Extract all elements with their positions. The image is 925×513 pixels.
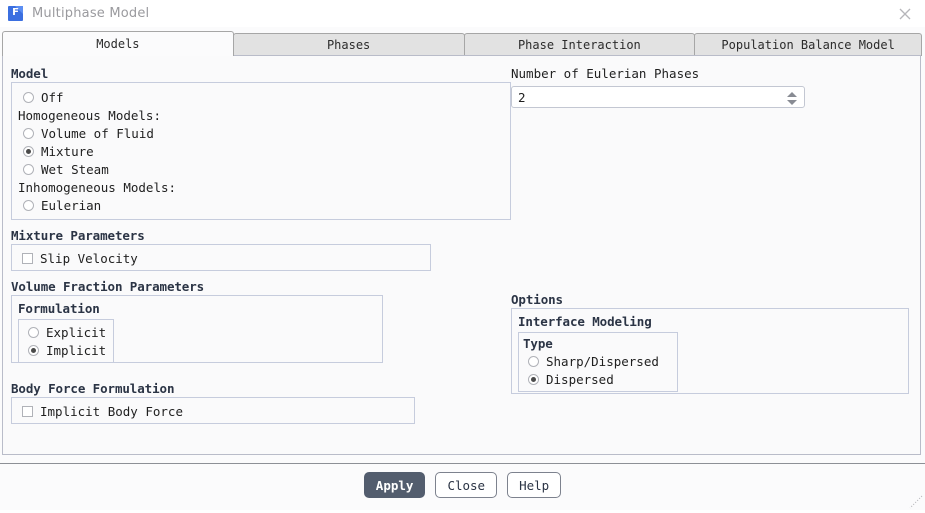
radio-dispersed[interactable] [528,374,539,385]
model-group: Model Off Homogeneous Models: Volume of … [11,66,511,220]
close-icon[interactable] [893,2,917,26]
label-slip-velocity: Slip Velocity [40,251,138,266]
radio-off[interactable] [23,92,34,103]
inhomogeneous-models-header: Inhomogeneous Models: [18,180,177,195]
options-title: Options [511,292,563,307]
formulation-box: Explicit Implicit [18,319,114,363]
left-column: Model Off Homogeneous Models: Volume of … [11,66,511,426]
tab-phase-interaction[interactable]: Phase Interaction [463,33,696,56]
body-force-formulation-group: Body Force Formulation Implicit Body For… [11,381,511,424]
label-mixture: Mixture [41,144,94,159]
label-wet-steam: Wet Steam [41,162,109,177]
checkbox-row-implicit-body-force[interactable]: Implicit Body Force [18,403,408,420]
radio-row-volume-of-fluid[interactable]: Volume of Fluid [18,125,504,142]
body-force-formulation-title: Body Force Formulation [11,381,175,396]
checkbox-row-slip-velocity[interactable]: Slip Velocity [18,250,424,267]
fluent-f-icon: F [8,6,23,21]
radio-eulerian[interactable] [23,200,34,211]
radio-row-sharp-dispersed[interactable]: Sharp/Dispersed [523,353,673,370]
label-implicit: Implicit [46,343,107,358]
radio-row-explicit[interactable]: Explicit [23,324,109,341]
radio-row-wet-steam[interactable]: Wet Steam [18,161,504,178]
tab-population-balance-model[interactable]: Population Balance Model [694,33,922,56]
dialog-footer: Apply Close Help [0,472,925,508]
label-dispersed: Dispersed [546,372,614,387]
tab-models[interactable]: Models [2,31,234,56]
radio-row-dispersed[interactable]: Dispersed [523,371,673,388]
label-eulerian: Eulerian [41,198,102,213]
formulation-title: Formulation [18,301,100,316]
radio-row-eulerian[interactable]: Eulerian [18,197,504,214]
label-off: Off [41,90,64,105]
options-group: Options Interface Modeling Type Sharp/Di… [511,292,915,394]
models-tab-panel: Model Off Homogeneous Models: Volume of … [2,55,921,455]
mixture-parameters-box: Slip Velocity [11,244,431,271]
arrow-up-icon[interactable] [787,91,797,97]
body-force-formulation-box: Implicit Body Force [11,397,415,424]
eulerian-phases-arrows [787,89,797,107]
tab-phases[interactable]: Phases [232,33,465,56]
label-explicit: Explicit [46,325,107,340]
checkbox-slip-velocity[interactable] [22,253,33,264]
volume-fraction-parameters-title: Volume Fraction Parameters [11,279,205,294]
fluent-icon-letter: F [12,7,19,18]
help-button[interactable]: Help [507,472,562,498]
label-sharp-dispersed: Sharp/Dispersed [546,354,659,369]
radio-row-mixture[interactable]: Mixture [18,143,504,160]
options-box: Interface Modeling Type Sharp/Dispersed … [511,308,909,394]
radio-row-off[interactable]: Off [18,89,504,106]
volume-fraction-parameters-box: Formulation Explicit Implicit [11,295,383,363]
volume-fraction-parameters-group: Volume Fraction Parameters Formulation E… [11,279,511,363]
close-glyph [899,8,911,20]
eulerian-phases-value[interactable]: 2 [512,90,526,105]
radio-volume-of-fluid[interactable] [23,128,34,139]
model-group-box: Off Homogeneous Models: Volume of Fluid … [11,82,511,220]
eulerian-phases-field: Number of Eulerian Phases 2 [511,66,915,108]
right-column: Number of Eulerian Phases 2 Options Inte… [511,66,915,396]
apply-button[interactable]: Apply [363,472,426,498]
radio-sharp-dispersed[interactable] [528,356,539,367]
label-volume-of-fluid: Volume of Fluid [41,126,154,141]
eulerian-phases-label: Number of Eulerian Phases [511,66,700,81]
interface-modeling-title: Interface Modeling [518,314,652,329]
footer-separator [0,463,925,464]
resize-grip-glyph [909,495,923,509]
homogeneous-models-header: Homogeneous Models: [18,108,161,123]
arrow-down-icon[interactable] [787,99,797,105]
radio-explicit[interactable] [28,327,39,338]
tab-bar: Models Phases Phase Interaction Populati… [2,31,922,56]
resize-grip-icon[interactable] [909,494,923,509]
model-group-title: Model [11,66,49,81]
radio-mixture[interactable] [23,146,34,157]
mixture-parameters-title: Mixture Parameters [11,228,145,243]
mixture-parameters-group: Mixture Parameters Slip Velocity [11,228,511,271]
window-title: Multiphase Model [32,6,150,21]
title-bar: F Multiphase Model [0,0,925,27]
type-title: Type [523,336,553,351]
radio-wet-steam[interactable] [23,164,34,175]
radio-row-implicit[interactable]: Implicit [23,342,109,359]
label-implicit-body-force: Implicit Body Force [40,404,183,419]
checkbox-implicit-body-force[interactable] [22,406,33,417]
close-button[interactable]: Close [435,472,498,498]
interface-modeling-box: Type Sharp/Dispersed Dispersed [518,332,678,392]
eulerian-phases-stepper[interactable]: 2 [511,86,805,108]
radio-implicit[interactable] [28,345,39,356]
multiphase-model-dialog: F Multiphase Model Models Phases Phase I… [0,0,925,510]
